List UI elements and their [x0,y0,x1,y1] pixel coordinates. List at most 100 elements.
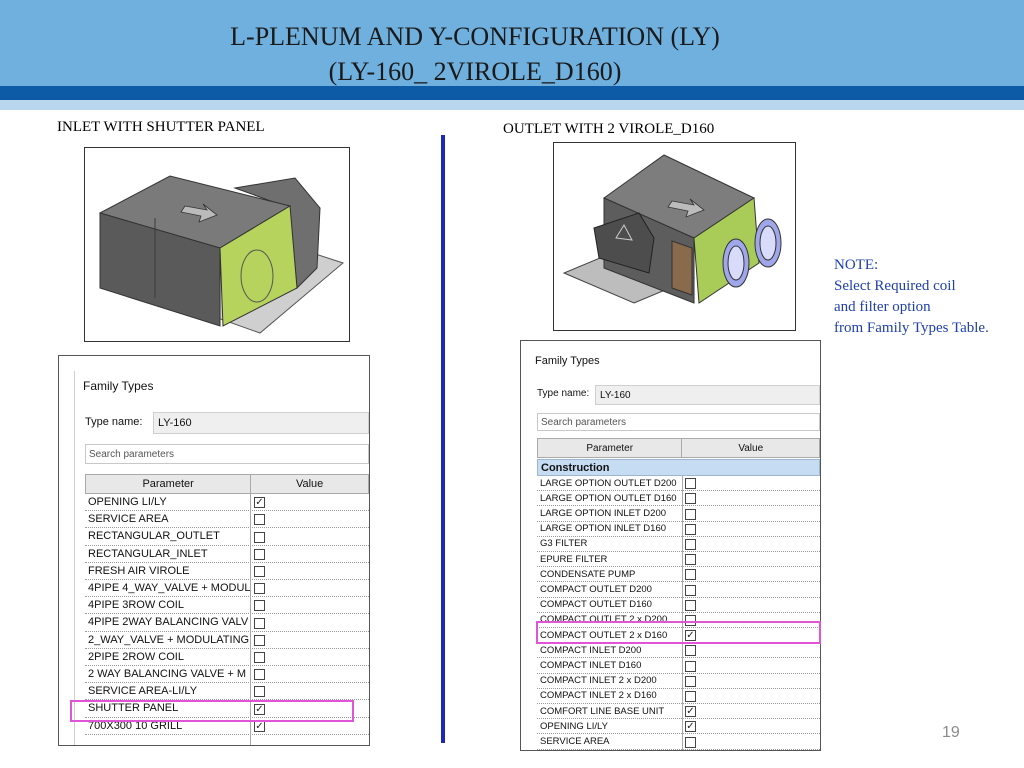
parameter-name: LARGE OPTION INLET D160 [540,523,667,535]
note-line-3: and filter option [834,299,931,315]
note-line-1: NOTE: [834,257,879,273]
inlet-unit-drawing [98,175,345,334]
parameter-name: COMPACT INLET 2 x D160 [540,690,657,702]
parameter-checkbox[interactable] [685,645,696,657]
left-highlight-shutter-panel [70,700,354,722]
parameter-checkbox[interactable]: ✓ [685,721,696,733]
parameter-name: COMPACT INLET D160 [540,659,642,671]
parameter-checkbox[interactable] [254,600,265,612]
parameter-checkbox[interactable] [685,523,696,535]
parameter-row: G3 FILTER [537,537,820,552]
parameter-name: COMPACT INLET D200 [540,644,642,656]
left-dialog-title: Family Types [83,379,154,393]
parameter-row: LARGE OPTION OUTLET D200 [537,476,820,492]
parameter-checkbox[interactable] [254,634,265,646]
outlet-unit-drawing [562,154,782,304]
right-search-input[interactable]: Search parameters [537,413,820,431]
parameter-checkbox[interactable] [685,675,696,687]
parameter-name: 4PIPE 4_WAY_VALVE + MODUL [88,582,251,595]
parameter-name: LARGE OPTION OUTLET D160 [540,492,677,504]
right-type-name-field[interactable]: LY-160 [595,385,820,405]
left-col-value[interactable]: Value [250,475,368,493]
parameter-name: RECTANGULAR_INLET [88,547,208,560]
parameter-checkbox[interactable] [685,478,696,490]
parameter-checkbox[interactable] [254,531,265,543]
right-table-header: Parameter Value [537,438,820,458]
inlet-unit-image [84,147,350,342]
page-number: 19 [942,724,960,741]
parameter-name: 2_WAY_VALVE + MODULATING [88,633,250,646]
parameter-row: LARGE OPTION INLET D160 [537,522,820,537]
parameter-row: COMPACT INLET D160 [537,658,820,674]
right-section-construction[interactable]: Construction [537,459,820,476]
parameter-name: OPENING LI/LY [540,720,608,732]
parameter-checkbox[interactable] [685,599,696,611]
parameter-row: 4PIPE 2WAY BALANCING VALV [85,614,369,632]
parameter-checkbox[interactable] [685,554,696,566]
right-type-name-label: Type name: [537,388,590,399]
left-table-header: Parameter Value [85,474,369,494]
parameter-checkbox[interactable] [685,736,696,748]
right-col-parameter[interactable]: Parameter [538,439,681,457]
page-title-line1: L-PLENUM AND Y-CONFIGURATION (LY) [230,22,720,51]
parameter-row: COMPACT OUTLET D200 [537,582,820,598]
parameter-name: OPENING LI/LY [88,496,167,509]
parameter-checkbox[interactable]: ✓ [254,720,265,732]
parameter-checkbox[interactable] [685,569,696,581]
parameter-checkbox[interactable] [254,583,265,595]
left-type-name-field[interactable]: LY-160 [153,412,369,434]
parameter-row: SERVICE AREA [85,511,369,529]
parameter-checkbox[interactable] [254,686,265,698]
parameter-row: 2 WAY BALANCING VALVE + M [85,666,369,684]
parameter-name: 2PIPE 2ROW COIL [88,650,184,663]
parameter-name: 4PIPE 2WAY BALANCING VALV [88,616,249,629]
parameter-name: LARGE OPTION INLET D200 [540,507,667,519]
parameter-row: COMPACT INLET 2 x D200 [537,674,820,689]
parameter-name: COMPACT INLET 2 x D200 [540,675,657,687]
parameter-checkbox[interactable] [685,508,696,520]
parameter-row: COMPACT INLET 2 x D160 [537,689,820,704]
right-column-separator [682,476,683,750]
parameter-checkbox[interactable]: ✓ [254,497,265,509]
parameter-name: G3 FILTER [540,538,588,550]
parameter-checkbox[interactable] [254,669,265,681]
parameter-checkbox[interactable] [254,548,265,560]
parameter-name: COMPACT OUTLET D200 [540,583,652,595]
parameter-row: EPURE FILTER [537,552,820,568]
parameter-name: CONDENSATE PUMP [540,568,636,580]
parameter-checkbox[interactable] [254,617,265,629]
parameter-name: SERVICE AREA [88,513,169,526]
left-col-parameter[interactable]: Parameter [86,475,250,493]
parameter-name: SERVICE AREA-LI/LY [88,685,198,698]
left-search-input[interactable]: Search parameters [85,444,369,464]
header-stripe [0,86,1024,100]
note-line-4: from Family Types Table. [834,320,989,336]
parameter-row: CONDENSATE PUMP [537,567,820,583]
parameter-row: RECTANGULAR_INLET [85,546,369,563]
parameter-name: RECTANGULAR_OUTLET [88,530,220,543]
left-caption: INLET WITH SHUTTER PANEL [57,119,265,135]
page-title-line2: (LY-160_ 2VIROLE_D160) [328,57,622,86]
parameter-checkbox[interactable] [254,514,265,526]
parameter-name: LARGE OPTION OUTLET D200 [540,477,677,489]
parameter-checkbox[interactable] [254,651,265,663]
parameter-checkbox[interactable]: ✓ [685,706,696,718]
parameter-row: COMPACT INLET D200 [537,643,820,659]
right-highlight-compact-outlet [536,621,821,644]
parameter-checkbox[interactable] [254,565,265,577]
parameter-checkbox[interactable] [685,690,696,702]
parameter-name: 2 WAY BALANCING VALVE + M [88,668,247,681]
parameter-row: 2_WAY_VALVE + MODULATING [85,632,369,649]
parameter-checkbox[interactable] [685,493,696,505]
left-type-name-label: Type name: [85,416,143,428]
parameter-checkbox[interactable] [685,660,696,672]
parameter-row: SERVICE AREA-LI/LY [85,683,369,701]
parameter-name: COMFORT LINE BASE UNIT [540,705,665,717]
right-col-value[interactable]: Value [681,439,819,457]
parameter-checkbox[interactable] [685,538,696,550]
vertical-divider [441,135,445,743]
parameter-row: COMFORT LINE BASE UNIT [537,704,820,720]
right-caption: OUTLET WITH 2 VIROLE_D160 [503,121,715,137]
right-family-types-dialog: Family Types Type name: LY-160 Search pa… [520,340,821,751]
parameter-checkbox[interactable] [685,584,696,596]
